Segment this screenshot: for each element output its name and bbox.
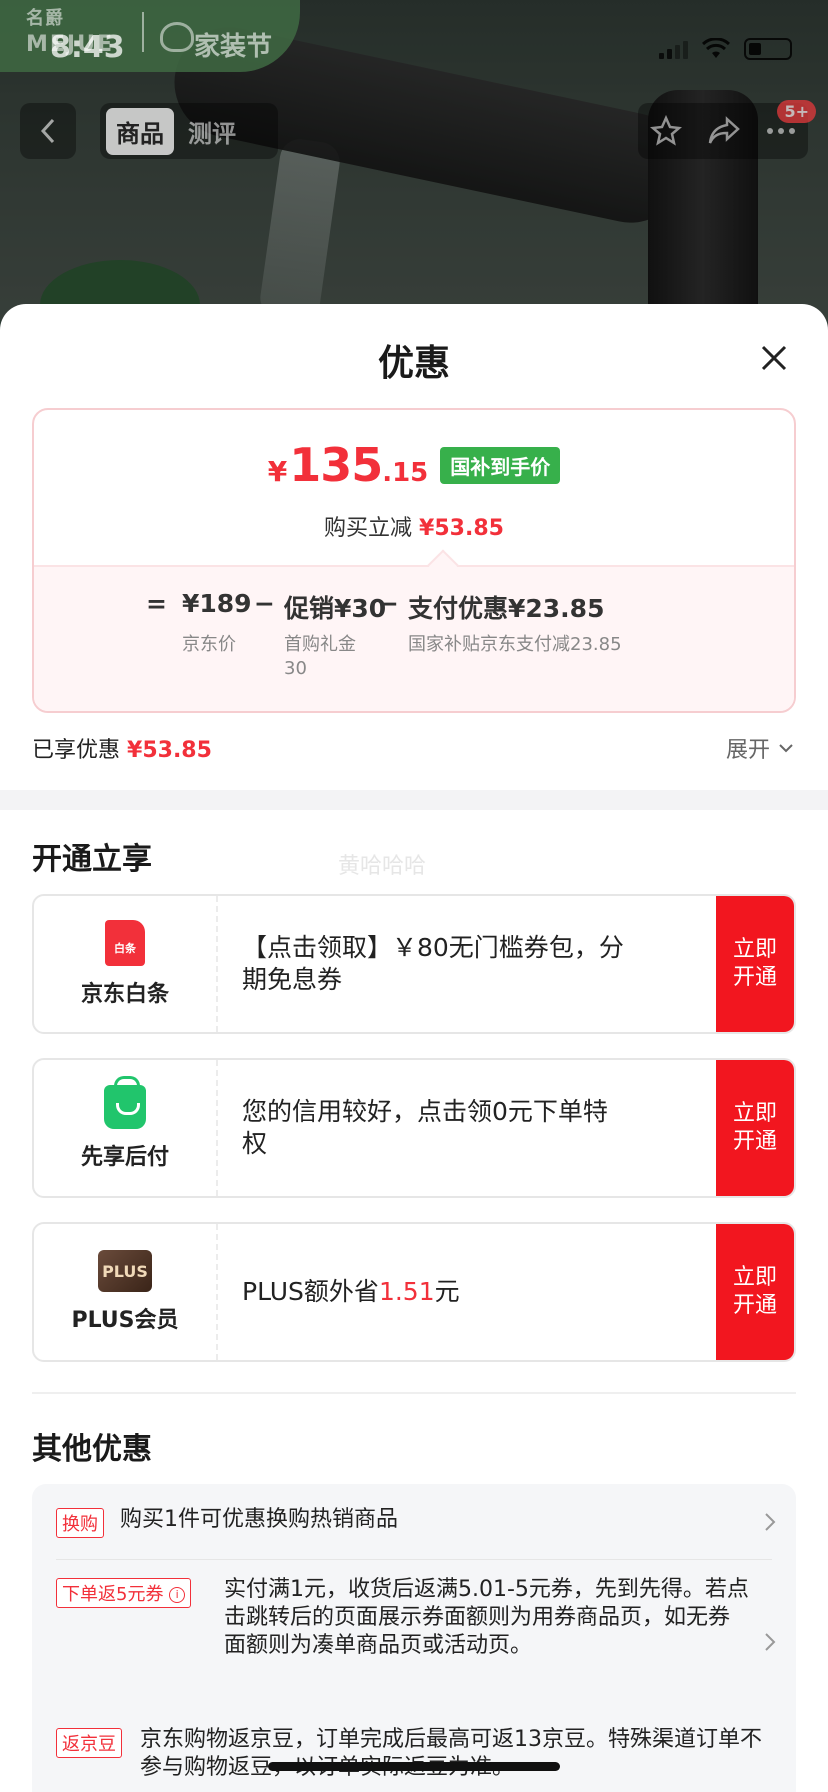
home-indicator (268, 1762, 560, 1771)
coupon-return-tag-text: 下单返5元券 (62, 1584, 164, 1605)
instant-discount-line: 购买立减 ¥53.85 (34, 510, 794, 542)
share-icon[interactable] (707, 116, 741, 146)
plus-icon-text: PLUS (102, 1261, 148, 1281)
instant-discount-label: 购买立减 (324, 516, 413, 541)
enjoyed-discount-amount: ¥53.85 (127, 738, 212, 763)
expand-label: 展开 (725, 738, 770, 763)
payment-discount-label: 国家补贴京东支付减23.85 (408, 634, 622, 655)
other-offers-list: 换购 购买1件可优惠换购热销商品 下单返5元券 i 实付满1元，收货后返满5.0… (32, 1484, 796, 1792)
brand-logo-icon (160, 22, 194, 52)
baitiao-offer-left: 白条 京东白条 (34, 896, 218, 1032)
message-count-badge: 5+ (777, 100, 816, 123)
enjoyed-discount-label: 已享优惠 (32, 738, 121, 763)
enjoyed-discount: 已享优惠 ¥53.85 (32, 732, 212, 764)
wifi-icon (702, 38, 730, 58)
trade-in-offer-row[interactable]: 换购 购买1件可优惠换购热销商品 (32, 1484, 796, 1560)
price-currency: ¥ (267, 455, 288, 488)
sheet-title: 优惠 (377, 343, 450, 384)
product-tabs: 商品 测评 (100, 103, 278, 159)
cellular-signal-icon (659, 39, 688, 59)
tab-product[interactable]: 商品 (106, 107, 174, 155)
baitiao-open-button[interactable]: 立即开通 (716, 896, 794, 1032)
instant-discount-amount: ¥53.85 (419, 516, 504, 541)
status-icons (659, 38, 792, 60)
final-price: ¥ 135 .15 (268, 438, 429, 492)
chevron-left-icon (40, 118, 55, 144)
plus-offer-amount: 1.51 (378, 1277, 435, 1306)
baitiao-icon-text: 白条 (114, 942, 136, 955)
shopping-bag-icon (104, 1076, 146, 1129)
trade-in-text: 购买1件可优惠换购热销商品 (120, 1507, 398, 1532)
plus-offer-left: PLUS PLUS会员 (34, 1224, 218, 1360)
pay-later-offer-card[interactable]: 先享后付 您的信用较好，点击领0元下单特权 立即开通 (32, 1058, 796, 1198)
jd-bean-tag: 返京豆 (56, 1728, 122, 1758)
coupon-return-offer-row[interactable]: 下单返5元券 i 实付满1元，收货后返满5.01-5元券，先到先得。若点击跳转后… (32, 1560, 796, 1720)
final-price-area: ¥ 135 .15 国补到手价 购买立减 ¥53.85 (34, 410, 794, 565)
expand-button[interactable]: 展开 (726, 732, 794, 764)
open-section-title: 开通立享 (32, 842, 152, 877)
jd-bean-text: 京东购物返京豆，订单完成后最高可返13京豆。特殊渠道订单不参与购物返豆，以订单实… (140, 1727, 762, 1780)
price-decimal: .15 (382, 458, 429, 488)
coupon-return-text: 实付满1元，收货后返满5.01-5元券，先到先得。若点击跳转后的页面展示券面额则… (224, 1577, 749, 1658)
pay-later-offer-left: 先享后付 (34, 1060, 218, 1196)
section-divider (0, 790, 828, 810)
back-button[interactable] (20, 103, 76, 159)
other-section-title: 其他优惠 (32, 1432, 152, 1467)
star-icon[interactable] (650, 115, 683, 147)
baitiao-icon: 白条 (105, 920, 145, 966)
formula-equals: = (146, 589, 167, 618)
brand-divider (142, 12, 144, 52)
price-formula: = ¥189 京东价 − 促销¥30 首购礼金30 − 支付优惠¥23.85 国… (34, 565, 794, 711)
price-integer: 135 (289, 438, 383, 492)
payment-discount-value: 支付优惠¥23.85 (408, 594, 605, 623)
subsidy-price-tag: 国补到手价 (440, 446, 561, 484)
close-icon (761, 345, 787, 371)
price-breakdown-card: ¥ 135 .15 国补到手价 购买立减 ¥53.85 = ¥189 京东价 −… (32, 408, 796, 713)
jd-price-value: ¥189 (182, 589, 252, 618)
plus-offer-card[interactable]: PLUS PLUS会员 PLUS额外省 1.51 元 立即开通 (32, 1222, 796, 1362)
thin-divider (32, 1392, 796, 1394)
more-icon[interactable] (766, 127, 796, 135)
jd-bean-return-row[interactable]: 返京豆 京东购物返京豆，订单完成后最高可返13京豆。特殊渠道订单不参与购物返豆，… (32, 1724, 796, 1792)
formula-minus-1: − (254, 589, 275, 618)
chevron-right-icon (765, 1513, 776, 1531)
pay-later-label: 先享后付 (80, 1145, 169, 1170)
brand-name-top: 名爵 (26, 8, 64, 29)
baitiao-label: 京东白条 (80, 982, 169, 1007)
coupon-return-tag: 下单返5元券 i (56, 1578, 192, 1608)
jd-price-label: 京东价 (182, 634, 236, 655)
plus-offer-text: PLUS额外省 1.51 元 (242, 1224, 632, 1360)
event-label: 家装节 (194, 32, 273, 62)
chevron-right-icon (765, 1633, 776, 1651)
promo-value: 促销¥30 (284, 594, 387, 623)
battery-icon (744, 38, 792, 60)
plus-offer-prefix: PLUS额外省 (242, 1277, 379, 1306)
tab-review[interactable]: 测评 (178, 108, 246, 155)
plus-icon: PLUS (98, 1250, 152, 1292)
pay-later-open-button[interactable]: 立即开通 (716, 1060, 794, 1196)
info-icon[interactable]: i (169, 1587, 186, 1603)
trade-in-tag: 换购 (56, 1508, 104, 1538)
baitiao-offer-text: 【点击领取】￥80无门槛券包，分期免息券 (242, 933, 624, 994)
chevron-down-icon (779, 744, 793, 753)
formula-minus-2: − (378, 589, 399, 618)
plus-offer-suffix: 元 (434, 1277, 460, 1306)
promo-label: 首购礼金30 (284, 634, 356, 679)
plus-open-button[interactable]: 立即开通 (716, 1224, 794, 1360)
watermark-text: 黄哈哈哈 (338, 854, 427, 879)
status-time: 8:43 (50, 30, 125, 65)
baitiao-offer-card[interactable]: 白条 京东白条 【点击领取】￥80无门槛券包，分期免息券 立即开通 (32, 894, 796, 1034)
plus-label: PLUS会员 (71, 1308, 179, 1333)
close-button[interactable] (750, 334, 798, 382)
discount-sheet: 优惠 ¥ 135 .15 国补到手价 购买立减 ¥53.85 = ¥189 京东… (0, 304, 828, 1792)
final-price-row: ¥ 135 .15 国补到手价 (34, 438, 794, 492)
pay-later-offer-text: 您的信用较好，点击领0元下单特权 (242, 1097, 608, 1158)
